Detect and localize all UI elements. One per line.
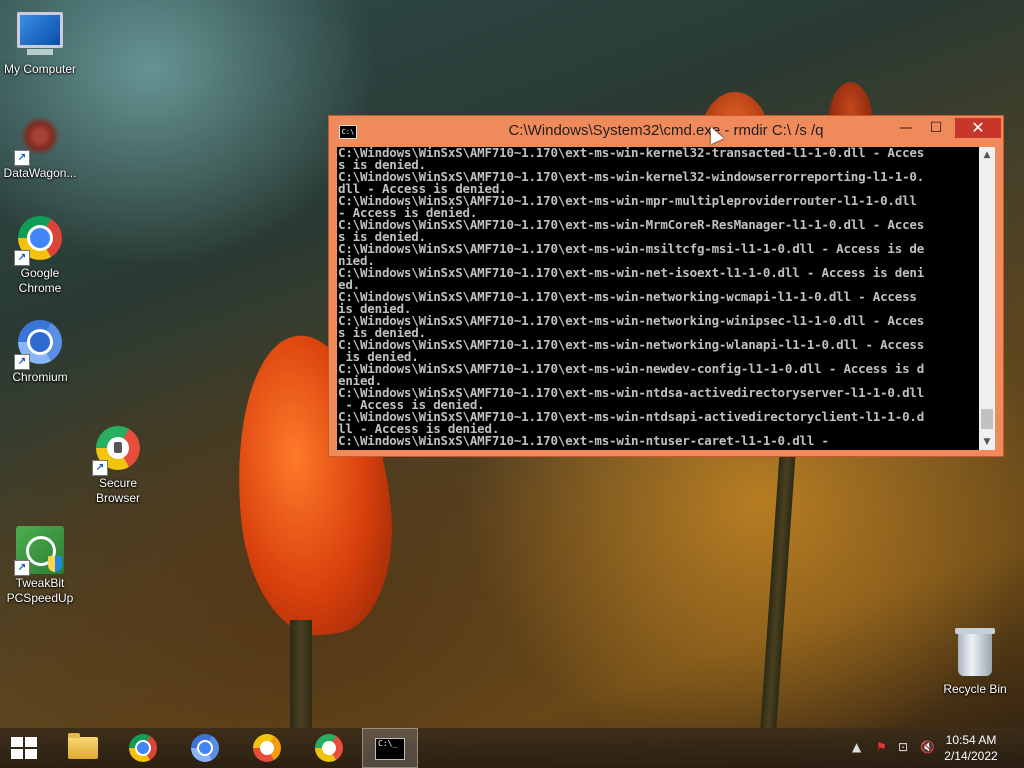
desktop-icon-label: Secure Browser — [95, 476, 140, 505]
vertical-scrollbar[interactable]: ▲ ▼ — [979, 147, 995, 450]
folder-icon — [68, 733, 98, 759]
desktop-icon-chromium[interactable]: ↗ Chromium — [0, 318, 80, 385]
windows-logo-icon — [11, 737, 39, 759]
taskbar-file-explorer[interactable] — [54, 728, 110, 768]
shortcut-arrow-icon: ↗ — [14, 250, 30, 266]
close-button[interactable]: ✕ — [955, 118, 1001, 138]
scroll-up-arrow-icon[interactable]: ▲ — [979, 147, 995, 163]
desktop-icon-label: TweakBit PCSpeedUp — [6, 576, 74, 605]
action-center-flag-icon[interactable]: ⚑ — [876, 740, 887, 754]
desktop-icon-label: Chromium — [12, 370, 68, 384]
shortcut-arrow-icon: ↗ — [92, 460, 108, 476]
desktop-icon-label: Google Chrome — [18, 266, 62, 295]
cmd-window[interactable]: C:\ C:\Windows\System32\cmd.exe - rmdir … — [328, 115, 1004, 457]
secure-browser-icon: ↗ — [92, 426, 142, 476]
maximize-button[interactable]: ☐ — [923, 118, 949, 138]
desktop-icon-label: DataWagon... — [3, 166, 77, 180]
taskbar-secure-browser[interactable] — [240, 728, 296, 768]
chromium-icon — [191, 734, 219, 762]
clock-time: 10:54 AM — [945, 733, 997, 747]
datawagon-icon: ↗ — [14, 116, 64, 166]
desktop-icon-recycle-bin[interactable]: Recycle Bin — [935, 628, 1015, 697]
show-hidden-icons-button[interactable]: ▲ — [852, 740, 861, 754]
desktop-icon-secure-browser[interactable]: ↗ Secure Browser — [78, 424, 158, 506]
shortcut-arrow-icon: ↗ — [14, 150, 30, 166]
console-text: C:\Windows\WinSxS\AMF710~1.170\ext-ms-wi… — [338, 147, 925, 448]
desktop-icon-tweakbit[interactable]: ↗ TweakBit PCSpeedUp — [0, 526, 80, 606]
background-stem — [760, 449, 796, 731]
scrollbar-thumb[interactable] — [981, 409, 993, 429]
desktop-icon-label: My Computer — [3, 62, 77, 76]
secure-browser-icon — [315, 734, 343, 762]
chromium-icon: ↗ — [14, 320, 64, 370]
chrome-icon — [129, 734, 157, 762]
scroll-down-arrow-icon[interactable]: ▼ — [979, 434, 995, 450]
volume-muted-icon[interactable]: 🔇 — [920, 740, 935, 754]
taskbar-secure-browser-2[interactable] — [302, 728, 358, 768]
chrome-icon: ↗ — [14, 216, 64, 266]
desktop-icon-datawagon[interactable]: ↗ DataWagon... — [0, 112, 80, 181]
desktop-icon-google-chrome[interactable]: ↗ Google Chrome — [0, 214, 80, 296]
secure-browser-icon — [253, 734, 281, 762]
title-bar[interactable]: C:\ C:\Windows\System32\cmd.exe - rmdir … — [329, 116, 1003, 146]
taskbar: C:\_ ▲ ⚑ ⊡ 🔇 10:54 AM 2/14/2022 — [0, 728, 1024, 768]
clock-date: 2/14/2022 — [944, 749, 998, 763]
recycle-bin-icon — [951, 628, 999, 680]
console-output[interactable]: C:\Windows\WinSxS\AMF710~1.170\ext-ms-wi… — [337, 147, 979, 450]
my-computer-icon — [16, 12, 64, 60]
taskbar-google-chrome[interactable] — [116, 728, 172, 768]
tweakbit-icon: ↗ — [14, 526, 64, 576]
shortcut-arrow-icon: ↗ — [14, 354, 30, 370]
network-icon[interactable]: ⊡ — [898, 740, 908, 754]
clock[interactable]: 10:54 AM 2/14/2022 — [936, 732, 1006, 764]
background-stem — [290, 620, 312, 730]
shortcut-arrow-icon: ↗ — [14, 560, 30, 576]
taskbar-chromium[interactable] — [178, 728, 234, 768]
desktop-icon-my-computer[interactable]: My Computer — [0, 8, 80, 77]
desktop-icon-label: Recycle Bin — [943, 682, 1007, 696]
minimize-button[interactable]: — — [893, 118, 919, 138]
cmd-icon: C:\_ — [375, 738, 405, 760]
taskbar-cmd[interactable]: C:\_ — [362, 728, 418, 768]
start-button[interactable] — [0, 728, 56, 768]
